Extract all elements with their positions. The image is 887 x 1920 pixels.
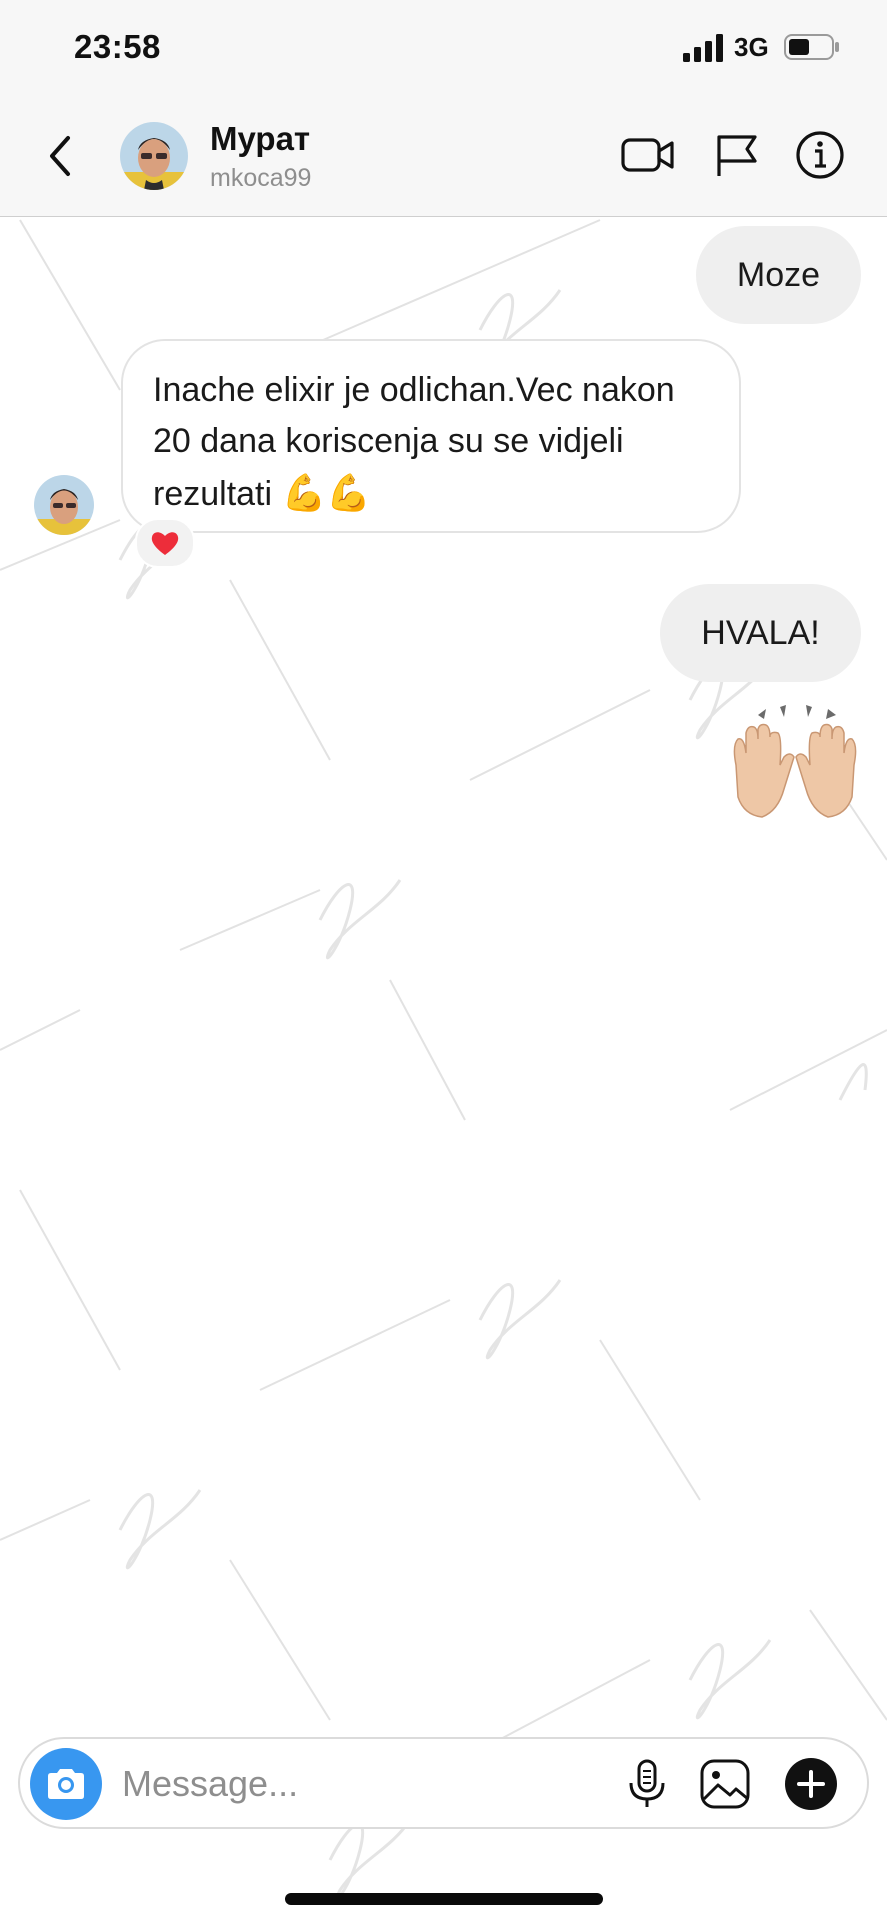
- message-input[interactable]: [120, 1753, 604, 1815]
- network-type: 3G: [734, 32, 769, 62]
- battery-icon: [784, 34, 839, 60]
- status-bar: 23:58 3G: [0, 0, 887, 96]
- video-camera-icon[interactable]: [620, 130, 676, 180]
- message-text: Moze: [736, 255, 821, 294]
- home-indicator[interactable]: [285, 1893, 603, 1905]
- flag-icon[interactable]: [710, 130, 766, 180]
- camera-button[interactable]: [30, 1748, 102, 1820]
- contact-avatar[interactable]: [120, 122, 188, 190]
- raised-hands-emoji[interactable]: [728, 705, 862, 825]
- message-bubble-incoming[interactable]: Inache elixir je odlichan.Vec nakon 20 d…: [121, 339, 741, 533]
- info-icon[interactable]: [792, 130, 848, 180]
- back-chevron-icon[interactable]: [40, 130, 80, 182]
- chat-header: Мурат mkoca99: [0, 96, 887, 217]
- gallery-icon[interactable]: [698, 1757, 752, 1811]
- contact-avatar-small[interactable]: [34, 475, 94, 535]
- message-bubble-outgoing[interactable]: HVALA!: [660, 584, 861, 682]
- message-bubble-outgoing[interactable]: Moze: [696, 226, 861, 324]
- flexed-biceps-emoji: 💪💪: [281, 472, 372, 513]
- status-time: 23:58: [74, 28, 161, 65]
- signal-strength-icon: [683, 34, 723, 62]
- contact-name[interactable]: Мурат: [210, 120, 310, 158]
- microphone-icon[interactable]: [620, 1757, 674, 1811]
- message-composer: [18, 1737, 869, 1829]
- contact-username[interactable]: mkoca99: [210, 164, 311, 193]
- message-text: HVALA!: [701, 613, 820, 652]
- message-text: Inache elixir je odlichan.Vec nakon 20 d…: [153, 371, 675, 513]
- heart-icon: [151, 532, 179, 555]
- camera-icon: [48, 1769, 84, 1799]
- add-icon[interactable]: [784, 1757, 838, 1811]
- heart-reaction[interactable]: [135, 518, 195, 568]
